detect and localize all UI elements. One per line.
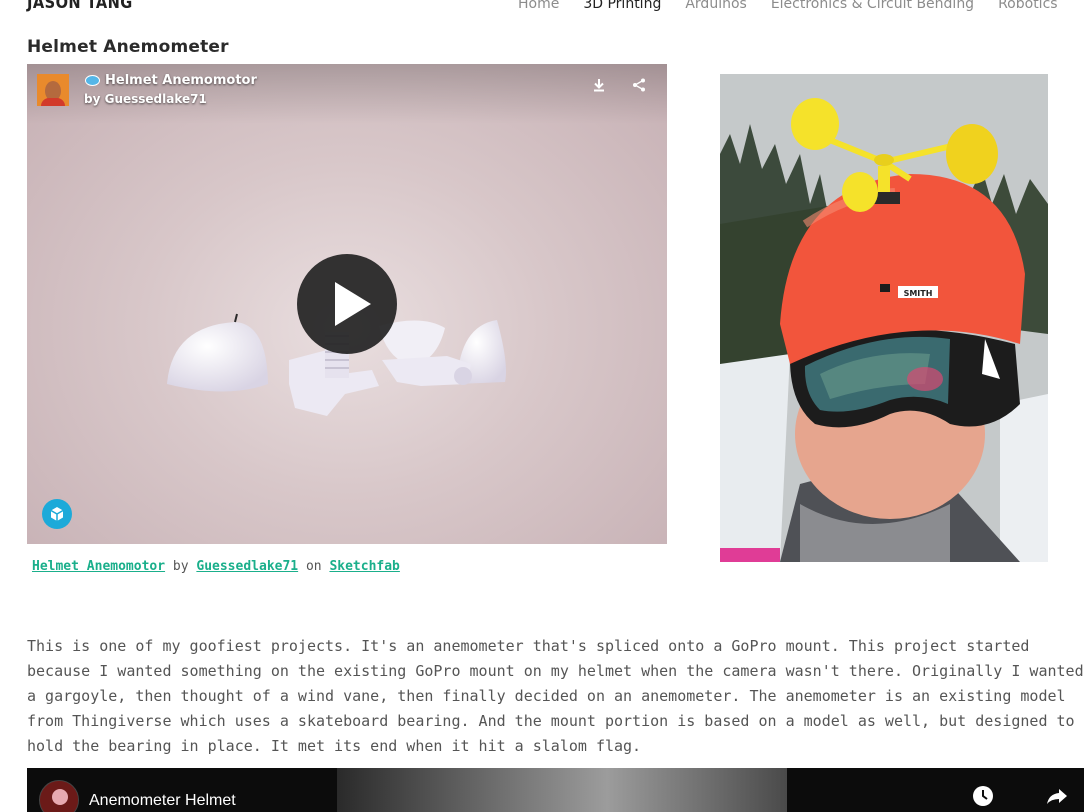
model-title-link[interactable]: Helmet Anemomotor [105, 73, 257, 88]
share-icon[interactable] [628, 74, 650, 96]
sketchfab-badge-icon [85, 75, 100, 86]
nav-item-arduinos[interactable]: Arduinos [685, 0, 746, 12]
nav-item-home[interactable]: Home [518, 0, 559, 12]
main-nav: Home 3D Printing Arduinos Electronics & … [518, 0, 1058, 12]
embed-credit: Helmet Anemomotor by Guessedlake71 on Sk… [32, 559, 400, 574]
sketchfab-viewer[interactable]: Helmet Anemomotor by Guessedlake71 [27, 64, 667, 544]
avatar-shirt [41, 98, 65, 106]
credit-by-text: by [172, 559, 189, 574]
model-author-link[interactable]: by Guessedlake71 [84, 92, 207, 106]
play-button[interactable] [297, 254, 397, 354]
credit-model-link[interactable]: Helmet Anemomotor [32, 559, 165, 574]
credit-sketchfab-link[interactable]: Sketchfab [329, 559, 399, 574]
nav-item-robotics[interactable]: Robotics [998, 0, 1058, 12]
helmet-photo: SMITH [720, 74, 1048, 562]
credit-author-link[interactable]: Guessedlake71 [196, 559, 298, 574]
credit-on-text: on [305, 559, 322, 574]
site-logo[interactable]: JASON TANG [27, 0, 133, 13]
youtube-embed[interactable]: Anemometer Helmet [27, 768, 1084, 812]
watch-later-icon[interactable] [969, 782, 997, 810]
page-title: Helmet Anemometer [27, 37, 229, 57]
video-title[interactable]: Anemometer Helmet [89, 792, 236, 810]
download-icon[interactable] [588, 74, 610, 96]
sketchfab-logo-icon[interactable] [42, 499, 72, 529]
video-thumbnail [337, 768, 787, 812]
share-arrow-icon[interactable] [1043, 782, 1071, 810]
nav-item-electronics[interactable]: Electronics & Circuit Bending [771, 0, 974, 12]
nav-item-3d-printing[interactable]: 3D Printing [583, 0, 661, 12]
author-avatar[interactable] [37, 74, 69, 106]
channel-avatar[interactable] [39, 780, 79, 812]
article-paragraph: This is one of my goofiest projects. It'… [27, 637, 1084, 755]
svg-text:SMITH: SMITH [904, 289, 933, 298]
model-title-row: Helmet Anemomotor [85, 73, 257, 88]
